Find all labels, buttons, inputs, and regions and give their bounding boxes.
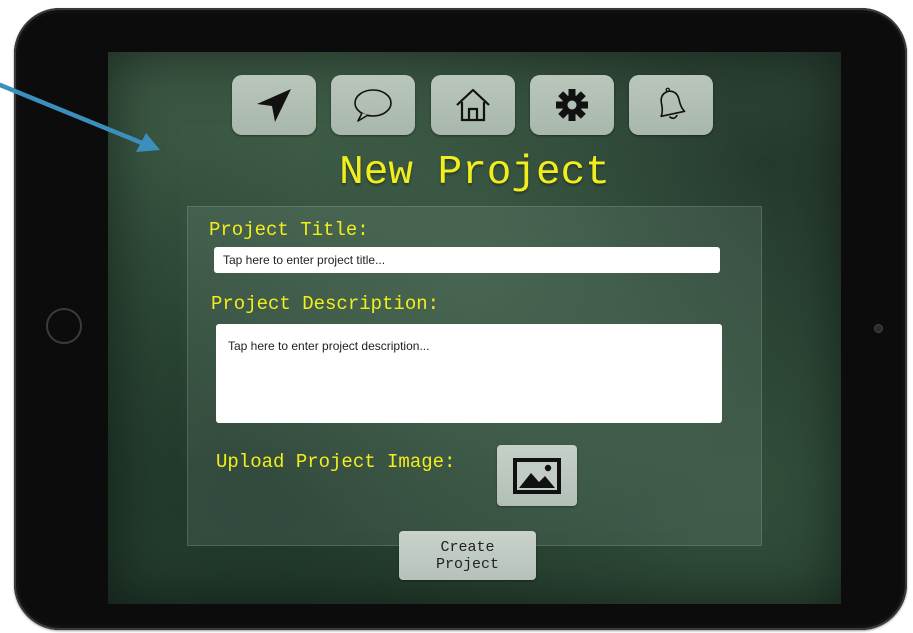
upload-image-button[interactable]: [497, 445, 577, 506]
page-title: New Project: [339, 150, 610, 196]
settings-button[interactable]: [530, 75, 614, 135]
home-hardware-button[interactable]: [46, 308, 82, 344]
chat-button[interactable]: [331, 75, 415, 135]
image-icon: [513, 457, 561, 494]
navigation-arrow-icon: [257, 89, 291, 122]
project-title-input[interactable]: [214, 247, 720, 273]
app-screen: New Project Project Title: Project Descr…: [108, 52, 841, 604]
upload-image-label: Upload Project Image:: [216, 451, 456, 473]
top-toolbar: [232, 75, 714, 135]
navigation-button[interactable]: [232, 75, 316, 135]
home-button[interactable]: [431, 75, 515, 135]
camera-dot: [874, 324, 883, 333]
project-title-label: Project Title:: [209, 219, 369, 241]
new-project-form: Project Title: Project Description: Uplo…: [187, 206, 762, 546]
notifications-button[interactable]: [629, 75, 713, 135]
create-project-button[interactable]: Create Project: [399, 531, 536, 580]
home-icon: [456, 88, 490, 122]
gear-icon: [556, 89, 588, 121]
project-description-label: Project Description:: [211, 293, 440, 315]
tablet-frame: New Project Project Title: Project Descr…: [14, 8, 907, 630]
project-description-input[interactable]: [216, 324, 722, 423]
bell-icon: [660, 87, 686, 120]
chat-bubble-icon: [354, 89, 392, 122]
